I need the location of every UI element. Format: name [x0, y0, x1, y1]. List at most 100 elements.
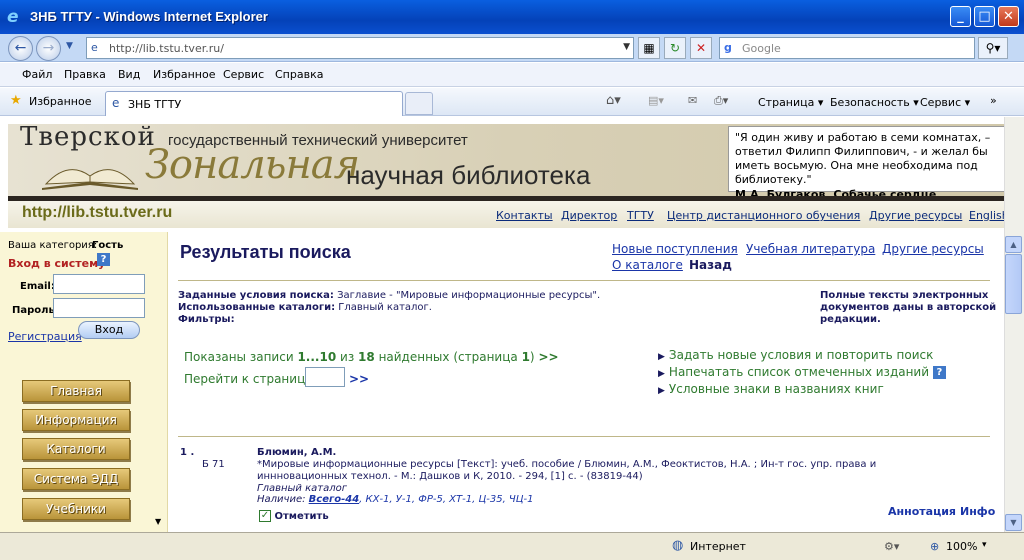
- mark-checkbox-row[interactable]: ✓ Отметить: [259, 510, 329, 523]
- site-nav-bar: http://lib.tstu.tver.ru Контакты Директо…: [8, 201, 1014, 228]
- status-bar: ◍ Интернет ⚙▾ ⊕ 100% ▾: [0, 532, 1024, 560]
- banner-library: научная библиотека: [346, 160, 591, 190]
- avail-total-link[interactable]: Всего-44: [309, 494, 360, 505]
- address-value: http://lib.tstu.tver.ru/: [109, 42, 224, 55]
- zone-label: Интернет: [690, 540, 746, 553]
- tools-menu[interactable]: Сервис ▾: [920, 96, 970, 109]
- mail-icon[interactable]: ✉: [688, 94, 697, 107]
- link-textbooks[interactable]: Учебная литература: [746, 242, 875, 256]
- annotation-link[interactable]: Аннотация: [888, 506, 956, 518]
- nav-catalogs[interactable]: Каталоги: [22, 438, 130, 460]
- nav-edd-system[interactable]: Система ЭДД: [22, 468, 130, 490]
- search-placeholder: Google: [742, 42, 781, 55]
- toolbar-overflow-icon[interactable]: »: [990, 94, 997, 107]
- zoom-level[interactable]: 100%: [946, 540, 977, 553]
- menu-tools[interactable]: Сервис: [223, 68, 264, 81]
- scroll-up-icon[interactable]: ▲: [1005, 236, 1022, 253]
- triangle-icon: ▶: [658, 369, 665, 379]
- nav-textbooks[interactable]: Учебники: [22, 498, 130, 520]
- page-scrollbar[interactable]: [1004, 117, 1024, 532]
- action-print-marked[interactable]: ▶ Напечатать список отмеченных изданий ?: [658, 365, 946, 379]
- history-dropdown-icon[interactable]: ▼: [66, 41, 73, 51]
- maximize-button[interactable]: □: [974, 6, 995, 27]
- forward-button[interactable]: →: [36, 36, 61, 61]
- link-english[interactable]: English: [969, 209, 1009, 222]
- page-menu[interactable]: Страница ▾: [758, 96, 823, 109]
- scroll-down-icon[interactable]: ▼: [1005, 514, 1022, 531]
- scroll-thumb[interactable]: [1005, 254, 1022, 314]
- cond-value-2: Главный каталог.: [338, 302, 432, 313]
- menu-edit[interactable]: Правка: [64, 68, 106, 81]
- banner-tver: Тверской: [20, 122, 156, 152]
- page-menu-label: Страница: [758, 96, 815, 109]
- link-other-resources[interactable]: Другие ресурсы: [869, 209, 962, 222]
- register-link[interactable]: Регистрация: [8, 330, 82, 343]
- tools-menu-label: Сервис: [920, 96, 962, 109]
- search-field[interactable]: g Google: [719, 37, 975, 59]
- info-link[interactable]: Инфо: [960, 506, 995, 518]
- link-director[interactable]: Директор: [561, 209, 617, 222]
- link-new-arrivals[interactable]: Новые поступления: [612, 242, 738, 256]
- link-other-res[interactable]: Другие ресурсы: [882, 242, 984, 256]
- link-contacts[interactable]: Контакты: [496, 209, 553, 222]
- safety-menu-label: Безопасность: [830, 96, 910, 109]
- cond-label-2: Использованные каталоги:: [178, 302, 336, 313]
- menu-favorites[interactable]: Избранное: [153, 68, 215, 81]
- menu-view[interactable]: Вид: [118, 68, 140, 81]
- record-availability: Наличие: Всего-44, КХ-1, У-1, ФР-5, ХТ-1…: [257, 494, 534, 506]
- password-field[interactable]: [53, 298, 145, 318]
- help-icon[interactable]: ?: [97, 253, 110, 266]
- close-button[interactable]: ✕: [998, 6, 1019, 27]
- back-button[interactable]: ←: [8, 36, 33, 61]
- checkbox-icon[interactable]: ✓: [259, 510, 271, 522]
- zoom-icon[interactable]: ⊕: [930, 540, 939, 553]
- menu-help[interactable]: Справка: [275, 68, 323, 81]
- title-bar: e ЗНБ ТГТУ - Windows Internet Explorer _…: [0, 0, 1024, 34]
- home-icon[interactable]: ⌂▾: [606, 93, 621, 108]
- help-icon[interactable]: ?: [932, 366, 946, 379]
- action-print-marked-label: Напечатать список отмеченных изданий: [668, 365, 930, 379]
- login-button[interactable]: Вход: [78, 321, 140, 339]
- new-tab-button[interactable]: [405, 92, 433, 115]
- safety-menu[interactable]: Безопасность ▾: [830, 96, 919, 109]
- protected-mode-icon[interactable]: ⚙▾: [884, 540, 899, 553]
- zoom-dropdown-icon[interactable]: ▾: [982, 540, 987, 550]
- favorites-label[interactable]: Избранное: [29, 95, 91, 108]
- stop-icon[interactable]: ✕: [690, 37, 712, 59]
- action-legend[interactable]: ▶ Условные знаки в названиях книг: [658, 382, 884, 396]
- cond-value-1: Заглавие - "Мировые информационные ресур…: [337, 290, 601, 301]
- login-title: Вход в систему: [8, 257, 106, 270]
- nav-info[interactable]: Информация: [22, 409, 130, 431]
- favorites-bar: ★ Избранное e ЗНБ ТГТУ ⌂▾ ▤▾ ✉ ⎙▾ Страни…: [0, 88, 1024, 116]
- ie-logo-icon: e: [7, 7, 19, 27]
- link-tgtu[interactable]: ТГТУ: [627, 209, 654, 222]
- shown-prefix: Показаны записи: [184, 350, 294, 364]
- link-distance-center[interactable]: Центр дистанционного обучения: [667, 209, 860, 222]
- nav-main[interactable]: Главная: [22, 380, 130, 402]
- browser-window: e ЗНБ ТГТУ - Windows Internet Explorer _…: [0, 0, 1024, 560]
- print-icon[interactable]: ⎙▾: [714, 94, 728, 108]
- refresh-icon[interactable]: ↻: [664, 37, 686, 59]
- divider: [178, 436, 990, 437]
- sidebar-scroll-down-icon[interactable]: ▼: [155, 517, 161, 526]
- address-dropdown-icon[interactable]: ▼: [623, 42, 630, 52]
- next-page-arrows[interactable]: >>: [538, 350, 558, 364]
- tab-title: ЗНБ ТГТУ: [128, 98, 182, 111]
- goto-page-field[interactable]: [305, 367, 345, 387]
- favorites-star-icon[interactable]: ★: [10, 93, 22, 108]
- link-back[interactable]: Назад: [689, 258, 732, 272]
- email-field[interactable]: [53, 274, 145, 294]
- results-summary: Показаны записи 1...10 из 18 найденных (…: [184, 350, 559, 364]
- tab-lib[interactable]: e ЗНБ ТГТУ: [105, 91, 403, 116]
- action-new-search[interactable]: ▶ Задать новые условия и повторить поиск: [658, 348, 933, 362]
- menu-file[interactable]: Файл: [22, 68, 52, 81]
- goto-page-arrows[interactable]: >>: [349, 372, 369, 386]
- minimize-button[interactable]: _: [950, 6, 971, 27]
- address-field[interactable]: e http://lib.tstu.tver.ru/ ▼: [86, 37, 634, 59]
- compat-view-icon[interactable]: ▦: [638, 37, 660, 59]
- feeds-icon[interactable]: ▤▾: [648, 94, 664, 107]
- search-button-icon[interactable]: ⚲▾: [978, 37, 1008, 59]
- window-title: ЗНБ ТГТУ - Windows Internet Explorer: [30, 9, 268, 24]
- link-about-catalog[interactable]: О каталоге: [612, 258, 683, 272]
- record-author: Блюмин, А.М.: [257, 447, 337, 458]
